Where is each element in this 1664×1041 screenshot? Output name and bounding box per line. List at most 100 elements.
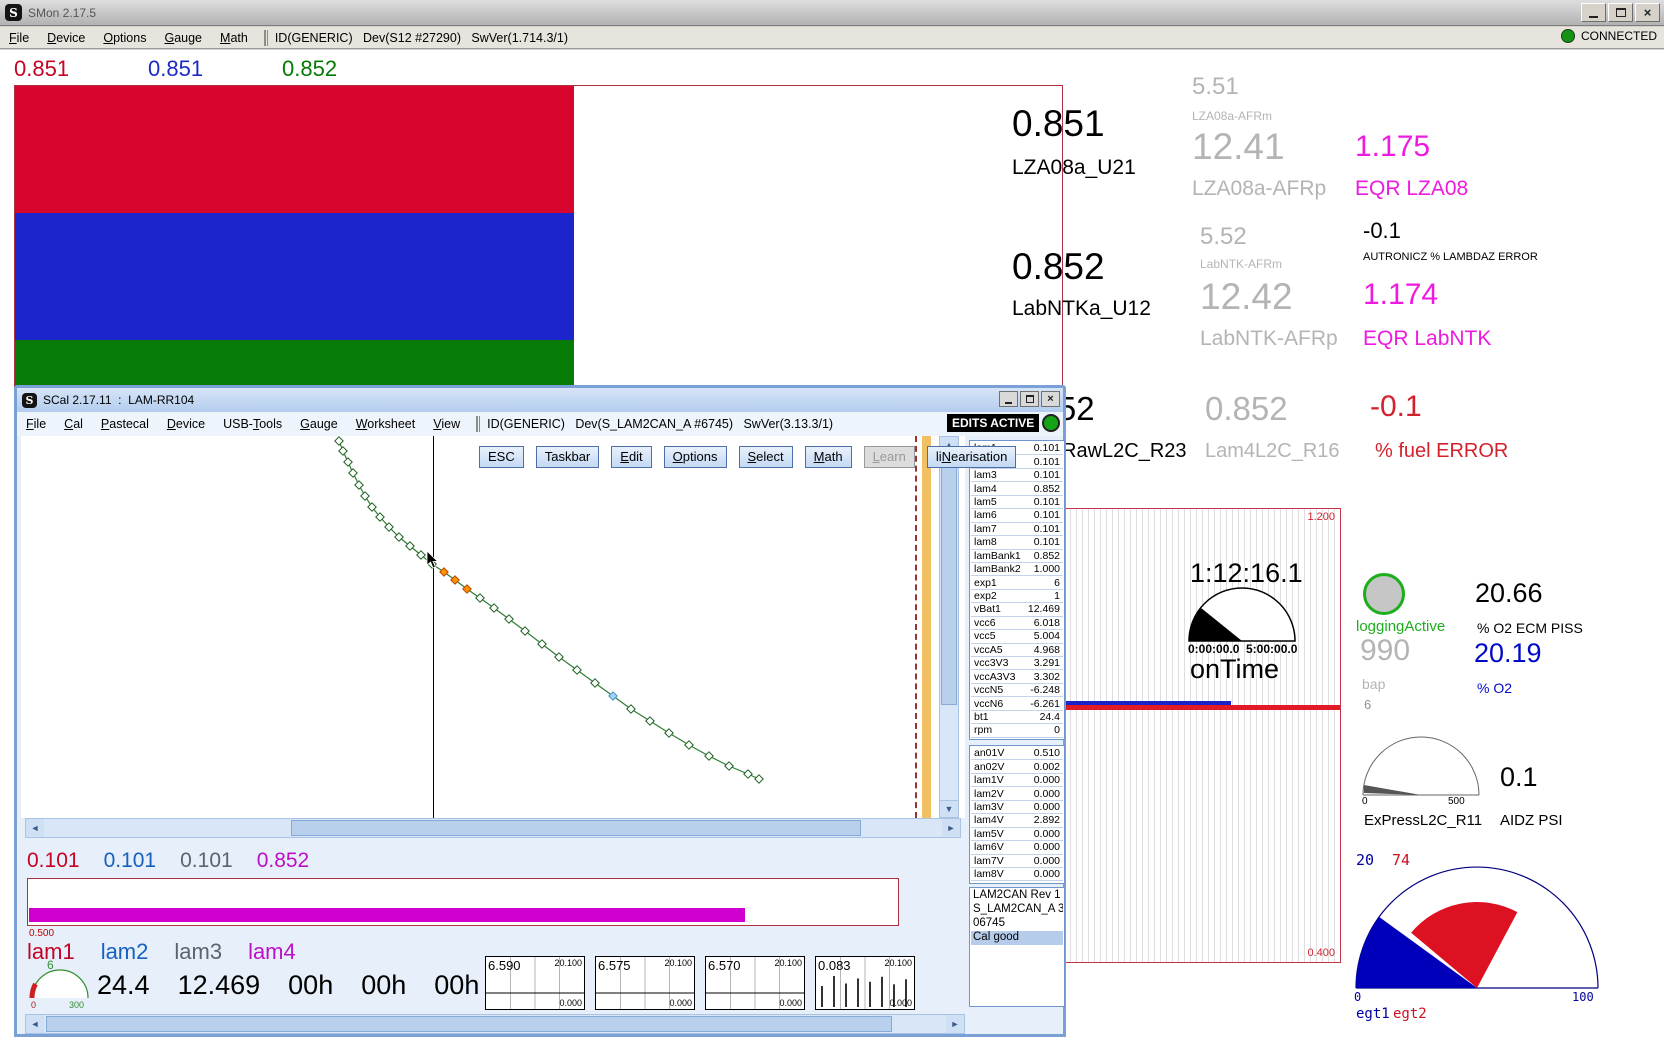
curve-point[interactable] [361, 492, 369, 500]
curve-point[interactable] [591, 679, 599, 687]
toolbar-button-edit[interactable]: Edit [611, 446, 651, 468]
menu-item-usb-tools[interactable]: USB-Tools [223, 417, 282, 431]
curve-point[interactable] [627, 705, 635, 713]
menu-item-device[interactable]: Device [167, 417, 205, 431]
menu-item-worksheet[interactable]: Worksheet [356, 417, 416, 431]
param-row-vccN6[interactable]: vccN6-6.261 [971, 697, 1063, 710]
param-row-vcc5[interactable]: vcc55.004 [971, 630, 1063, 643]
scal-maximize-button[interactable] [1020, 391, 1039, 407]
curve-point[interactable] [725, 762, 733, 770]
plot-horizontal-scrollbar[interactable]: ◄ ► [25, 818, 961, 838]
param-row-lam8[interactable]: lam80.101 [971, 536, 1063, 549]
param-row-an01V[interactable]: an01V0.510 [971, 747, 1063, 760]
param-row-lam3V[interactable]: lam3V0.000 [971, 801, 1063, 814]
param-row-exp1[interactable]: exp16 [971, 576, 1063, 589]
scroll-right-icon[interactable]: ► [946, 1015, 964, 1033]
param-row-vccN5[interactable]: vccN5-6.248 [971, 684, 1063, 697]
menu-item-pastecal[interactable]: Pastecal [101, 417, 149, 431]
maximize-button[interactable] [1608, 3, 1633, 22]
scroll-left-icon[interactable]: ◄ [26, 1015, 44, 1033]
curve-point[interactable] [355, 481, 363, 489]
stat-value: 12.469 [178, 970, 261, 1001]
curve-point[interactable] [490, 604, 498, 612]
param-row-vcc3V3[interactable]: vcc3V33.291 [971, 657, 1063, 670]
curve-point[interactable] [646, 717, 654, 725]
curve-point[interactable] [476, 594, 484, 602]
toolbar-button-options[interactable]: Options [664, 446, 727, 468]
menu-item-options[interactable]: Options [103, 31, 146, 45]
param-row-vBat1[interactable]: vBat112.469 [971, 603, 1063, 616]
menu-item-file[interactable]: File [26, 417, 46, 431]
param-row-lam7V[interactable]: lam7V0.000 [971, 855, 1063, 868]
toolbar-button-select[interactable]: Select [739, 446, 793, 468]
curve-point[interactable] [573, 666, 581, 674]
calibration-plot[interactable]: ESCTaskbarEditOptionsSelectMathLearnliNe… [21, 436, 965, 818]
curve-point[interactable] [685, 741, 693, 749]
scroll-right-icon[interactable]: ► [942, 819, 960, 837]
info-row[interactable]: 06745 [971, 917, 1063, 931]
menu-item-gauge[interactable]: Gauge [164, 31, 202, 45]
toolbar-button-taskbar[interactable]: Taskbar [536, 446, 600, 468]
curve-point[interactable] [705, 752, 713, 760]
scroll-down-icon[interactable]: ▼ [940, 800, 958, 817]
param-row-lam5V[interactable]: lam5V0.000 [971, 828, 1063, 841]
toolbar-button-math[interactable]: Math [805, 446, 852, 468]
toolbar-button-linearisation[interactable]: liNearisation [927, 446, 1017, 468]
curve-point[interactable] [744, 770, 752, 778]
horizontal-scroll-thumb[interactable] [291, 820, 861, 836]
mini-chart[interactable]: 6.59020.1000.000 [485, 956, 585, 1010]
plot-vertical-scrollbar[interactable]: ▲ ▼ [939, 436, 959, 818]
param-name: exp2 [974, 590, 997, 602]
menu-item-math[interactable]: Math [220, 31, 248, 45]
scal-titlebar[interactable]: S SCal 2.17.11 : LAM-RR104 × [17, 388, 1063, 412]
param-row-lam4V[interactable]: lam4V2.892 [971, 814, 1063, 827]
lambda-top-value: 0.851 [148, 56, 282, 82]
param-row-lam7[interactable]: lam70.101 [971, 523, 1063, 536]
scal-minimize-button[interactable] [999, 391, 1018, 407]
menu-item-device[interactable]: Device [47, 31, 85, 45]
param-row-lam4[interactable]: lam40.852 [971, 482, 1063, 495]
info-row[interactable]: Cal good [971, 931, 1063, 945]
toolbar-button-learn[interactable]: Learn [864, 446, 915, 468]
menu-item-file[interactable]: File [9, 31, 29, 45]
info-row[interactable]: LAM2CAN Rev 1 [971, 889, 1063, 903]
param-row-lam5[interactable]: lam50.101 [971, 496, 1063, 509]
menu-item-gauge[interactable]: Gauge [300, 417, 338, 431]
curve-point[interactable] [755, 775, 763, 783]
scroll-left-icon[interactable]: ◄ [26, 819, 44, 837]
menu-item-cal[interactable]: Cal [64, 417, 83, 431]
horizontal-scroll-thumb[interactable] [46, 1016, 892, 1032]
info-row[interactable]: S_LAM2CAN_A 3.1 [971, 903, 1063, 917]
minimize-button[interactable] [1581, 3, 1606, 22]
mini-chart[interactable]: 0.08320.1000.000 [815, 956, 915, 1010]
param-row-lamBank2[interactable]: lamBank21.000 [971, 563, 1063, 576]
param-row-lam3[interactable]: lam30.101 [971, 469, 1063, 482]
param-row-exp2[interactable]: exp21 [971, 590, 1063, 603]
menu-item-view[interactable]: View [433, 417, 460, 431]
curve-point[interactable] [344, 458, 352, 466]
toolbar-button-esc[interactable]: ESC [479, 446, 524, 468]
curve-point[interactable] [335, 437, 343, 445]
curve-point[interactable] [609, 692, 617, 700]
param-row-lam6[interactable]: lam60.101 [971, 509, 1063, 522]
param-row-lam2V[interactable]: lam2V0.000 [971, 787, 1063, 800]
curve-point[interactable] [349, 469, 357, 477]
param-row-vccA3V3[interactable]: vccA3V33.302 [971, 670, 1063, 683]
param-row-lam1V[interactable]: lam1V0.000 [971, 774, 1063, 787]
param-row-lam8V[interactable]: lam8V0.000 [971, 868, 1063, 881]
vertical-scroll-thumb[interactable] [941, 455, 957, 705]
param-row-vccA5[interactable]: vccA54.968 [971, 644, 1063, 657]
close-button[interactable]: × [1635, 3, 1660, 22]
param-row-lamBank1[interactable]: lamBank10.852 [971, 550, 1063, 563]
param-row-vcc6[interactable]: vcc66.018 [971, 617, 1063, 630]
param-row-an02V[interactable]: an02V0.002 [971, 760, 1063, 773]
scal-close-button[interactable]: × [1041, 391, 1060, 407]
param-row-bt1[interactable]: bt124.4 [971, 711, 1063, 724]
scal-bottom-scrollbar[interactable]: ◄ ► [25, 1014, 965, 1034]
mini-chart[interactable]: 6.57520.1000.000 [595, 956, 695, 1010]
curve-point[interactable] [339, 447, 347, 455]
param-row-rpm[interactable]: rpm0 [971, 724, 1063, 737]
param-row-lam6V[interactable]: lam6V0.000 [971, 841, 1063, 854]
mini-chart[interactable]: 6.57020.1000.000 [705, 956, 805, 1010]
curve-point[interactable] [665, 729, 673, 737]
